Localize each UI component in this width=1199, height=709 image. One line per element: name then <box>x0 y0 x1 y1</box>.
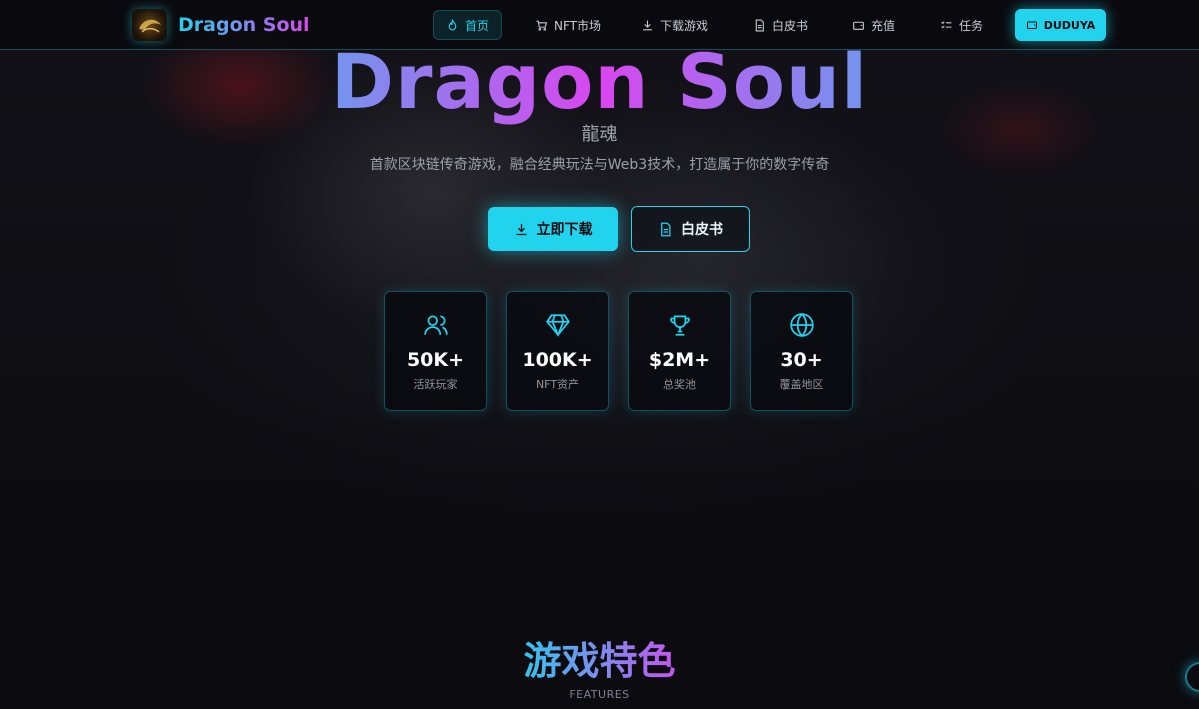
cart-icon <box>536 20 548 31</box>
top-navbar: Dragon Soul 首页 NFT市场 下载游戏 白皮书 充值 任务 DUDU… <box>0 0 1199 50</box>
download-now-button[interactable]: 立即下载 <box>488 207 618 251</box>
whitepaper-label: 白皮书 <box>681 222 723 238</box>
trophy-icon <box>669 315 690 336</box>
stat-label: 覆盖地区 <box>779 378 824 391</box>
download-icon <box>516 223 526 235</box>
wallet-icon <box>853 21 864 30</box>
wallet-button[interactable]: DUDUYA <box>1015 9 1106 41</box>
hero-description: 首款区块链传奇游戏，融合经典玩法与Web3技术，打造属于你的数字传奇 <box>369 157 830 173</box>
nav-item-home[interactable]: 首页 <box>433 10 503 40</box>
nav-item-whitepaper[interactable]: 白皮书 <box>741 10 820 40</box>
nav-item-recharge[interactable]: 充值 <box>840 10 907 40</box>
document-icon <box>755 19 764 31</box>
wallet-icon <box>1026 21 1037 29</box>
stat-card-nft-assets: 100K+ NFT资产 <box>506 291 609 411</box>
logo-image[interactable] <box>132 9 167 41</box>
nav-item-label: 白皮书 <box>772 18 809 33</box>
stat-card-prize-pool: $2M+ 总奖池 <box>628 291 731 411</box>
stat-label: 活跃玩家 <box>413 378 458 391</box>
dragon-logo-icon <box>138 19 161 33</box>
whitepaper-button[interactable]: 白皮书 <box>631 206 750 252</box>
gem-icon <box>545 314 570 338</box>
stat-value: 100K+ <box>522 349 593 371</box>
nav-item-label: 下载游戏 <box>660 18 709 33</box>
nav-item-label: 任务 <box>959 18 984 33</box>
globe-icon <box>789 312 814 338</box>
stat-label: 总奖池 <box>663 378 696 391</box>
users-icon <box>423 315 448 335</box>
stat-card-players: 50K+ 活跃玩家 <box>384 291 487 411</box>
checklist-icon <box>941 20 952 28</box>
features-title: 游戏特色 <box>0 630 1199 685</box>
stat-value: $2M+ <box>648 349 711 371</box>
document-icon <box>661 222 671 236</box>
stat-value: 50K+ <box>406 349 465 371</box>
wallet-button-label: DUDUYA <box>1043 18 1096 32</box>
stat-label: NFT资产 <box>535 378 580 391</box>
nav-item-label: 首页 <box>465 18 490 33</box>
download-icon <box>643 20 652 30</box>
stat-card-regions: 30+ 覆盖地区 <box>750 291 853 411</box>
nav-item-download[interactable]: 下载游戏 <box>629 10 720 40</box>
nav-item-nft-market[interactable]: NFT市场 <box>523 10 613 40</box>
nav-item-tasks[interactable]: 任务 <box>928 10 995 40</box>
download-now-label: 立即下载 <box>536 222 593 238</box>
nav-item-label: NFT市场 <box>554 18 601 33</box>
stat-value: 30+ <box>780 349 823 371</box>
flame-icon <box>448 18 457 30</box>
brand-name[interactable]: Dragon Soul <box>178 14 310 36</box>
nav-item-label: 充值 <box>871 18 896 33</box>
features-subtitle: FEATURES <box>569 688 630 701</box>
